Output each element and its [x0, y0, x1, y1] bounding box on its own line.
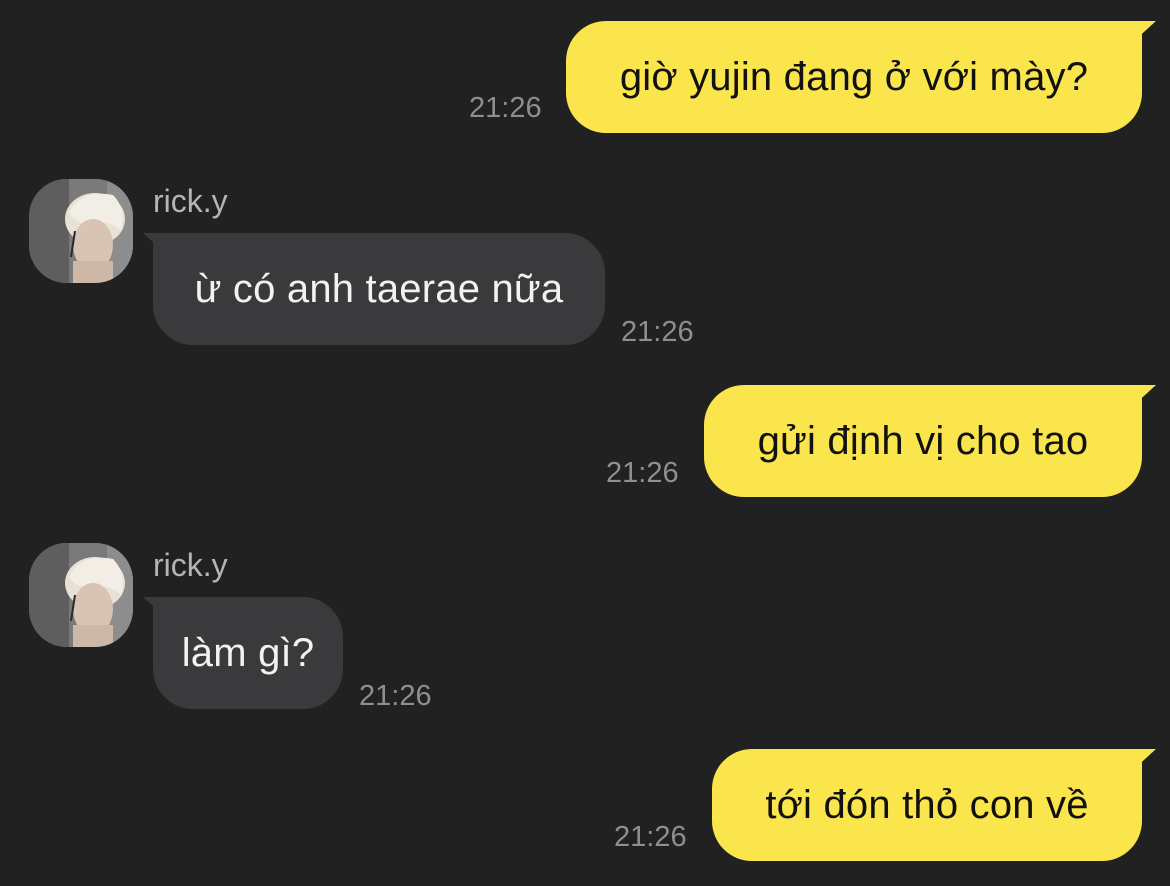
bubble-tail	[1132, 21, 1156, 43]
message-bubble-sent[interactable]: tới đón thỏ con về	[712, 749, 1142, 861]
bubble-tail	[143, 597, 167, 619]
message-bubble-sent[interactable]: giờ yujin đang ở với mày?	[566, 21, 1142, 133]
message-timestamp: 21:26	[621, 316, 694, 348]
sender-name: rick.y	[153, 547, 228, 583]
message-bubble-received[interactable]: ừ có anh taerae nữa	[153, 233, 605, 345]
message-timestamp: 21:26	[606, 457, 679, 489]
sender-name: rick.y	[153, 183, 228, 219]
message-timestamp: 21:26	[469, 92, 542, 124]
contact-avatar[interactable]	[29, 543, 133, 647]
bubble-tail	[1132, 749, 1156, 771]
message-text: làm gì?	[181, 630, 315, 675]
avatar-photo-icon	[29, 179, 133, 283]
bubble-tail	[143, 233, 167, 255]
message-text: giờ yujin đang ở với mày?	[619, 54, 1089, 99]
message-timestamp: 21:26	[359, 680, 432, 712]
message-timestamp: 21:26	[614, 821, 687, 853]
contact-avatar[interactable]	[29, 179, 133, 283]
message-text: tới đón thỏ con về	[765, 782, 1089, 827]
avatar-photo-icon	[29, 543, 133, 647]
message-bubble-sent[interactable]: gửi định vị cho tao	[704, 385, 1142, 497]
bubble-tail	[1132, 385, 1156, 407]
message-text: gửi định vị cho tao	[757, 418, 1089, 463]
message-bubble-received[interactable]: làm gì?	[153, 597, 343, 709]
message-text: ừ có anh taerae nữa	[194, 266, 564, 311]
